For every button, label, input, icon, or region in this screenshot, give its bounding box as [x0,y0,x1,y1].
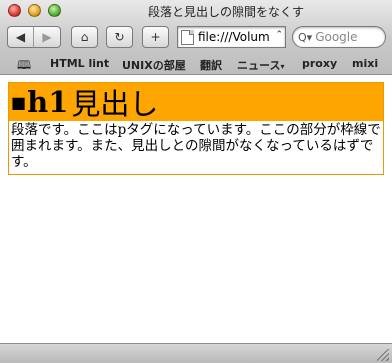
home-button[interactable]: ⌂ [71,26,98,48]
add-bookmark-button[interactable]: + [142,26,169,48]
address-bar[interactable]: file:///Volum ⌃ [177,26,286,48]
browser-chrome: 段落と見出しの隙間をなくす ◀ ▶ ⌂ ↻ + file:///Volum ⌃ … [0,0,392,75]
address-dropdown-icon[interactable]: ⌃ [275,30,283,40]
home-icon: ⌂ [80,30,89,44]
close-window-button[interactable] [8,4,21,17]
forward-arrow-icon: ▶ [42,30,52,44]
plus-icon: + [150,30,161,44]
bookmarks-bar: 🕮 HTML lint UNIXの部屋 翻訳 ニュース▾ proxy mixi [0,54,392,74]
bordered-section: ■ h1 見出し 段落です。ここはpタグになっています。ここの部分が枠線で囲まれ… [8,82,384,175]
status-bar [0,343,392,363]
reload-button[interactable]: ↻ [106,26,133,48]
paragraph-text: 段落です。ここはpタグになっています。ここの部分が枠線で囲まれます。また、見出し… [11,122,381,170]
zoom-window-button[interactable] [48,4,61,17]
heading-tag-label: h1 [27,85,69,119]
bookmark-mixi[interactable]: mixi [352,57,378,70]
title-bar: 段落と見出しの隙間をなくす [0,0,392,22]
bookmark-news-folder[interactable]: ニュース▾ [237,57,284,73]
back-button[interactable]: ◀ [7,26,34,48]
bookmark-translation[interactable]: 翻訳 [200,57,222,73]
heading-square-marker: ■ [11,92,27,112]
minimize-window-button[interactable] [28,4,41,17]
resize-grip-icon[interactable] [377,349,389,361]
search-input[interactable] [315,30,384,44]
bookmark-news-label: ニュース [237,59,281,72]
navigation-toolbar: ◀ ▶ ⌂ ↻ + file:///Volum ⌃ Q▾ [0,24,392,52]
chevron-down-icon: ▾ [280,62,285,71]
search-icon[interactable]: Q▾ [298,31,312,44]
bookmark-html-lint[interactable]: HTML lint [50,57,109,70]
page-content: ■ h1 見出し 段落です。ここはpタグになっています。ここの部分が枠線で囲まれ… [0,76,392,343]
page-heading: ■ h1 見出し [9,83,383,121]
heading-text: 見出し [71,87,159,121]
back-arrow-icon: ◀ [15,30,26,44]
page-icon [181,29,194,45]
window-title: 段落と見出しの隙間をなくす [147,5,304,19]
bookmark-proxy[interactable]: proxy [302,57,337,70]
forward-button[interactable]: ▶ [34,26,61,48]
search-field[interactable]: Q▾ [292,26,386,48]
reload-icon: ↻ [114,30,125,44]
bookmark-unix-room[interactable]: UNIXの部屋 [122,57,186,73]
bookmarks-book-icon[interactable]: 🕮 [17,56,31,77]
address-url[interactable]: file:///Volum [198,30,270,44]
